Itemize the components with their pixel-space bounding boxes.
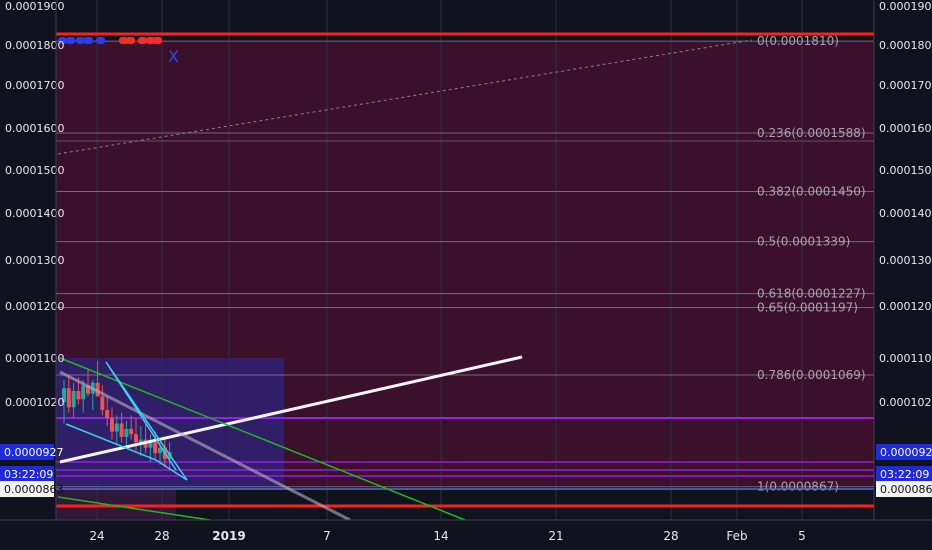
fib-label-0.236: 0.236(0.0001588) [757, 126, 866, 140]
time-label-6: 28 [663, 529, 678, 543]
current-price-tag-left-text: 0.0000927 [4, 446, 64, 459]
candle-body-13 [124, 428, 129, 437]
right-price-label-6: 0.0001300 [879, 254, 932, 267]
time-label-1: 28 [154, 529, 169, 543]
signal-dot-4 [96, 37, 105, 44]
right-price-label-2: 0.0001700 [879, 79, 932, 92]
candle-body-8 [100, 396, 105, 411]
right-price-label-5: 0.0001400 [879, 207, 932, 220]
candle-body-1 [66, 388, 71, 408]
time-label-4: 14 [433, 529, 448, 543]
fib-label-0.65: 0.65(0.0001197) [757, 301, 858, 315]
chart-area[interactable]: 0(0.0001810) 0.236(0.0001588) 0.382(0.0001… [0, 0, 932, 550]
candle-body-19 [153, 442, 158, 454]
signal-dot-1 [66, 37, 75, 44]
crosshair-tag-left-text: 0.0000863 [4, 483, 64, 496]
price-chart-svg[interactable]: 0(0.0001810) 0.236(0.0001588) 0.382(0.0001… [0, 0, 932, 550]
countdown-tag-left-text: 03:22:09 [4, 468, 53, 481]
crosshair-tag-right-text: 0.0000863 [880, 483, 932, 496]
signal-dot-7 [138, 37, 147, 44]
right-price-label-1: 0.0001800 [879, 39, 932, 52]
fib-label-0: 0(0.0001810) [757, 34, 839, 48]
time-label-5: 21 [548, 529, 563, 543]
current-price-tag-right-text: 0.0000927 [880, 446, 932, 459]
candle-body-15 [134, 434, 138, 443]
candle-body-2 [71, 391, 76, 408]
x-marker: X [168, 47, 179, 66]
time-axis-band [0, 520, 932, 550]
fib-label-0.5: 0.5(0.0001339) [757, 235, 850, 249]
signal-dot-3 [84, 37, 93, 44]
right-price-label-4: 0.0001500 [879, 164, 932, 177]
candle-body-3 [76, 391, 81, 400]
candle-body-10 [110, 418, 114, 432]
fib-label-1: 1(0.0000867) [757, 480, 839, 494]
candle-body-9 [105, 410, 110, 419]
fib-label-0.786: 0.786(0.0001069) [757, 368, 866, 382]
time-label-3: 7 [323, 529, 331, 543]
candle-body-14 [129, 428, 134, 435]
candle-body-12 [119, 423, 124, 437]
candle-body-4 [81, 385, 86, 400]
time-label-7: Feb [726, 529, 747, 543]
time-label-2: 2019 [212, 529, 245, 543]
time-label-0: 24 [89, 529, 104, 543]
right-price-label-8: 0.0001100 [879, 352, 932, 365]
right-price-label-0: 0.0001900 [879, 0, 932, 13]
fib-label-0.382: 0.382(0.0001450) [757, 185, 866, 199]
signal-dot-6 [126, 37, 135, 44]
right-price-label-7: 0.0001200 [879, 300, 932, 313]
signal-dot-9 [153, 37, 162, 44]
countdown-tag-right-text: 03:22:09 [880, 468, 929, 481]
signal-dot-2 [76, 37, 85, 44]
candle-body-11 [114, 423, 119, 432]
time-label-8: 5 [798, 529, 806, 543]
right-price-label-3: 0.0001600 [879, 122, 932, 135]
right-price-label-9: 0.0001020 [879, 396, 932, 409]
fib-label-0.618: 0.618(0.0001227) [757, 287, 866, 301]
